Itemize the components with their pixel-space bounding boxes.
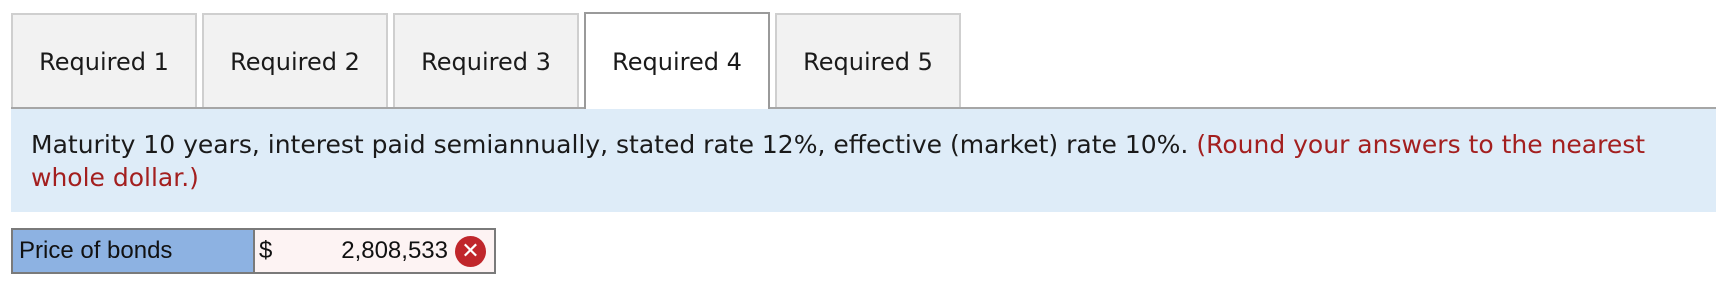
tab-label: Required 4 (612, 47, 742, 76)
price-of-bonds-input[interactable]: $ 2,808,533 ✕ (255, 230, 494, 272)
tab-bar: Required 1 Required 2 Required 3 Require… (11, 12, 966, 109)
x-mark-icon: ✕ (455, 236, 486, 267)
tab-required-2[interactable]: Required 2 (202, 13, 388, 109)
tab-required-5[interactable]: Required 5 (775, 13, 961, 109)
tab-label: Required 2 (230, 48, 360, 76)
answer-row: Price of bonds $ 2,808,533 ✕ (11, 228, 496, 274)
tab-label: Required 3 (421, 48, 551, 76)
tab-label: Required 5 (803, 48, 933, 76)
currency-symbol: $ (259, 237, 273, 264)
tab-label: Required 1 (39, 48, 169, 76)
tab-required-4[interactable]: Required 4 (584, 12, 770, 109)
tab-required-1[interactable]: Required 1 (11, 13, 197, 109)
instructions-text: Maturity 10 years, interest paid semiann… (31, 130, 1189, 159)
instructions-panel: Maturity 10 years, interest paid semiann… (11, 109, 1716, 212)
price-of-bonds-label: Price of bonds (13, 230, 255, 272)
tab-required-3[interactable]: Required 3 (393, 13, 579, 109)
tab-bar-divider (11, 107, 1716, 109)
price-of-bonds-value: 2,808,533 (341, 237, 448, 264)
